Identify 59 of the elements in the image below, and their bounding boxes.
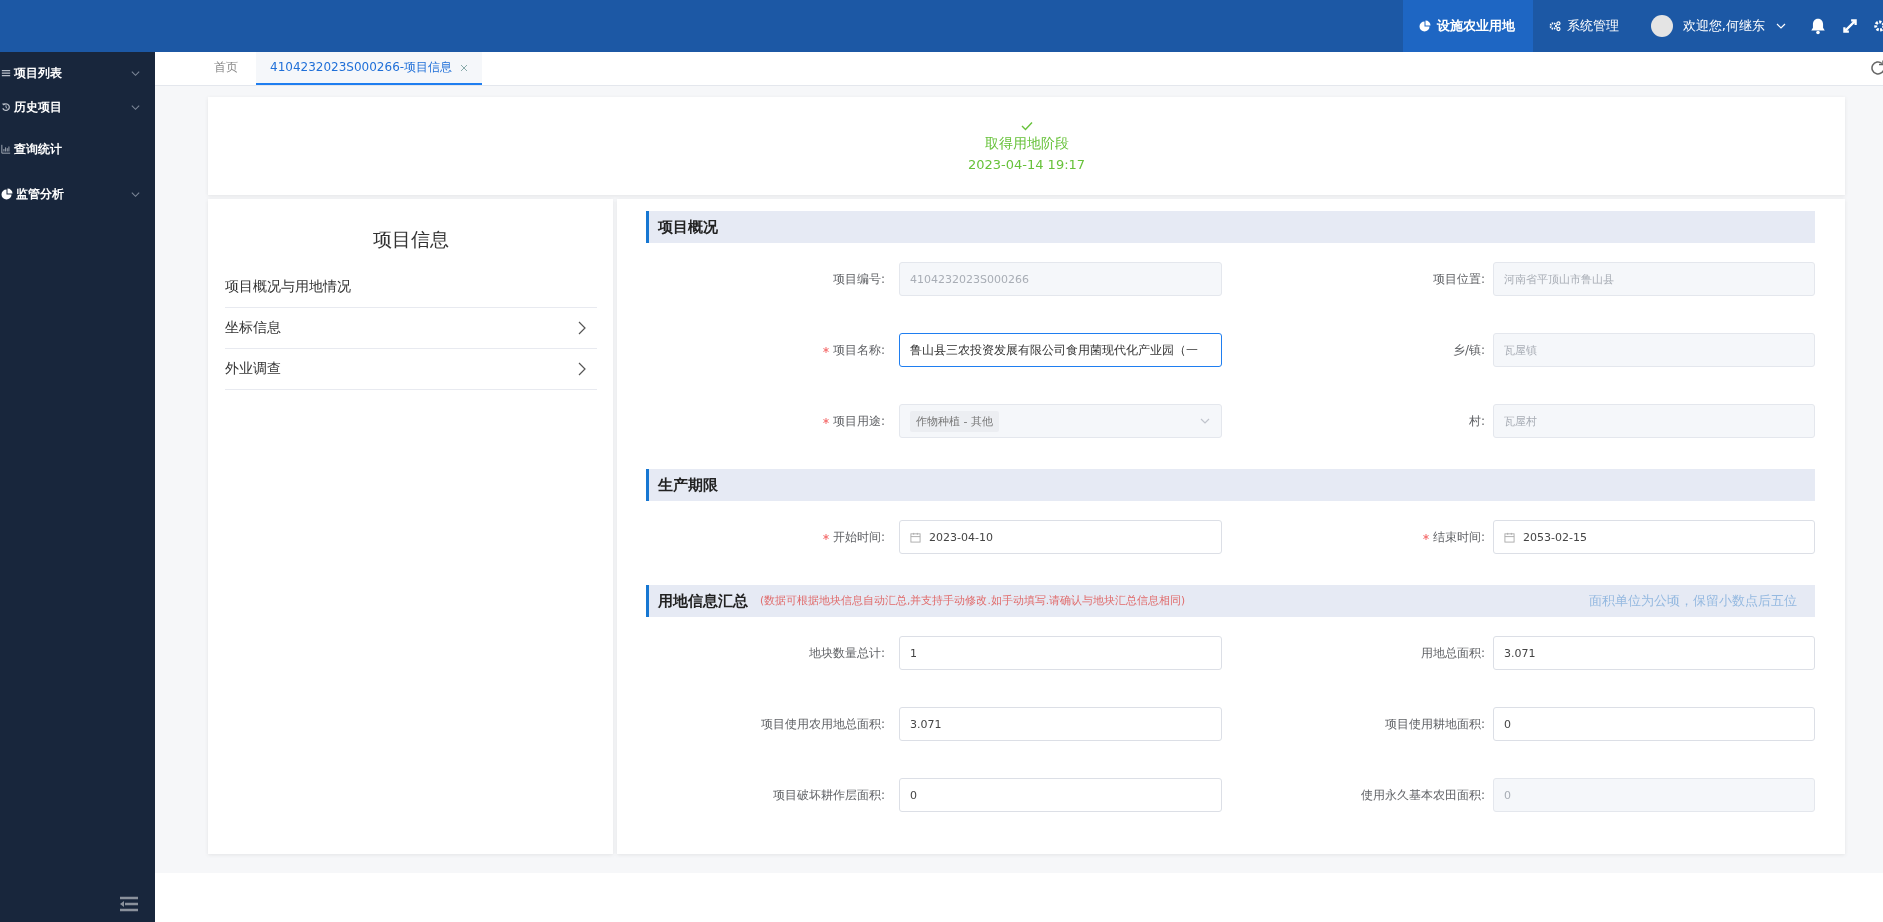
unit-hint: 面积单位为公顷，保留小数点后五位 — [1589, 592, 1797, 610]
pie-chart-icon — [1418, 20, 1431, 32]
input-field[interactable]: 0 — [1493, 707, 1815, 741]
field-label: 项目破坏耕作层面积: — [772, 786, 885, 804]
panel-title: 项目信息 — [372, 227, 450, 252]
stage-title: 取得用地阶段 — [984, 134, 1069, 153]
chevron-right-icon — [577, 362, 587, 376]
refresh-icon[interactable] — [1869, 59, 1883, 77]
date-field[interactable]: 2023-04-10 — [899, 520, 1222, 554]
section-title: 用地信息汇总 — [658, 591, 748, 611]
panel-menu-item[interactable]: 项目概况与用地情况 — [225, 267, 597, 308]
collapse-menu-icon[interactable] — [118, 896, 138, 912]
field-label: 项目位置: — [1432, 270, 1485, 288]
field-label: 使用永久基本农田面积: — [1360, 786, 1485, 804]
tag: 作物种植 - 其他 — [910, 410, 999, 432]
sidebar-item[interactable]: 项目列表 — [0, 58, 155, 88]
pie-chart-icon — [1, 188, 13, 200]
input-field[interactable]: 0 — [899, 778, 1222, 812]
page-tab[interactable]: 首页 — [200, 52, 252, 85]
avatar[interactable] — [1650, 15, 1673, 37]
history-icon — [1, 102, 11, 112]
input-field[interactable]: 1 — [899, 636, 1222, 670]
field-label: 结束时间: — [1432, 528, 1485, 546]
field-label: 村: — [1468, 412, 1485, 430]
sidebar-item[interactable]: 监管分析 — [0, 179, 155, 209]
bar-chart-icon — [1, 144, 11, 154]
page-tab[interactable]: 4104232023S000266-项目信息 — [256, 52, 483, 85]
calendar-icon — [1504, 531, 1515, 543]
section-note: (数据可根据地块信息自动汇总,并支持手动修改.如手动填写.请确认与地块汇总信息相同) — [760, 594, 1187, 608]
field-label: 项目编号: — [832, 270, 885, 288]
field-label: 项目用途: — [832, 412, 885, 430]
sidebar-item[interactable]: 查询统计 — [0, 134, 155, 164]
input-field[interactable]: 鲁山县三农投资发展有限公司食用菌现代化产业园（一 — [899, 333, 1222, 367]
field-label: 项目使用耕地面积: — [1384, 715, 1485, 733]
bell-icon[interactable] — [1809, 17, 1827, 35]
sidebar-item[interactable]: 历史项目 — [0, 92, 155, 122]
stage-time: 2023-04-14 19:17 — [967, 156, 1086, 172]
nav-tab[interactable]: 设施农业用地 — [1402, 0, 1533, 52]
expand-icon[interactable] — [1841, 17, 1859, 35]
input-field[interactable]: 3.071 — [1493, 636, 1815, 670]
field-label: 开始时间: — [832, 528, 885, 546]
check-icon — [1020, 120, 1033, 131]
field-label: 项目使用农用地总面积: — [760, 715, 885, 733]
field-label: 乡/镇: — [1452, 341, 1485, 359]
nav-tab[interactable]: 系统管理 — [1532, 0, 1637, 52]
section-title: 项目概况 — [658, 217, 718, 237]
panel-menu-item[interactable]: 外业调查 — [225, 349, 597, 390]
input-field[interactable]: 3.071 — [899, 707, 1222, 741]
chevron-right-icon — [577, 321, 587, 335]
calendar-icon — [910, 531, 921, 543]
gears-icon — [1548, 20, 1561, 32]
menu-icon — [1, 68, 11, 78]
field-label: 地块数量总计: — [808, 644, 885, 662]
field-label: 用地总面积: — [1420, 644, 1485, 662]
panel-menu-item[interactable]: 坐标信息 — [225, 308, 597, 349]
date-field[interactable]: 2053-02-15 — [1493, 520, 1815, 554]
section-title: 生产期限 — [658, 475, 718, 495]
user-greeting[interactable]: 欢迎您,何继东 — [1682, 17, 1765, 35]
field-label: 项目名称: — [832, 341, 885, 359]
